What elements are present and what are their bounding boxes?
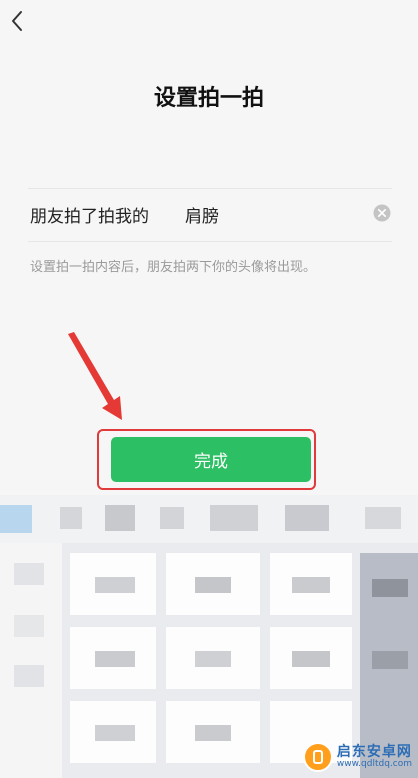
back-button[interactable]	[4, 4, 34, 38]
pat-prefix-label: 朋友拍了拍我的	[30, 207, 149, 227]
keyboard-mosaic	[0, 495, 418, 778]
done-button[interactable]: 完成	[111, 437, 311, 482]
phone-icon	[302, 742, 333, 772]
red-arrow-annotation	[68, 332, 122, 420]
watermark-name: 启东安卓网	[336, 743, 412, 760]
clear-button[interactable]	[373, 204, 391, 222]
watermark-logo: 启东安卓网 www.qdltdq.com	[302, 742, 412, 772]
pat-suffix-input[interactable]	[185, 199, 355, 229]
keyboard-area: 启东安卓网 www.qdltdq.com	[0, 495, 418, 778]
pat-text-field: 朋友拍了拍我的	[28, 188, 392, 242]
watermark-url: www.qdltdq.com	[336, 758, 412, 769]
page-title: 设置拍一拍	[153, 86, 264, 111]
settings-screen: 设置拍一拍 朋友拍了拍我的 设置拍一拍内容后，朋友拍两下你的头像将出现。 完成	[0, 0, 418, 495]
hint-text: 设置拍一拍内容后，朋友拍两下你的头像将出现。	[30, 260, 317, 275]
clear-circle-icon	[373, 204, 391, 222]
chevron-left-icon	[12, 11, 22, 31]
